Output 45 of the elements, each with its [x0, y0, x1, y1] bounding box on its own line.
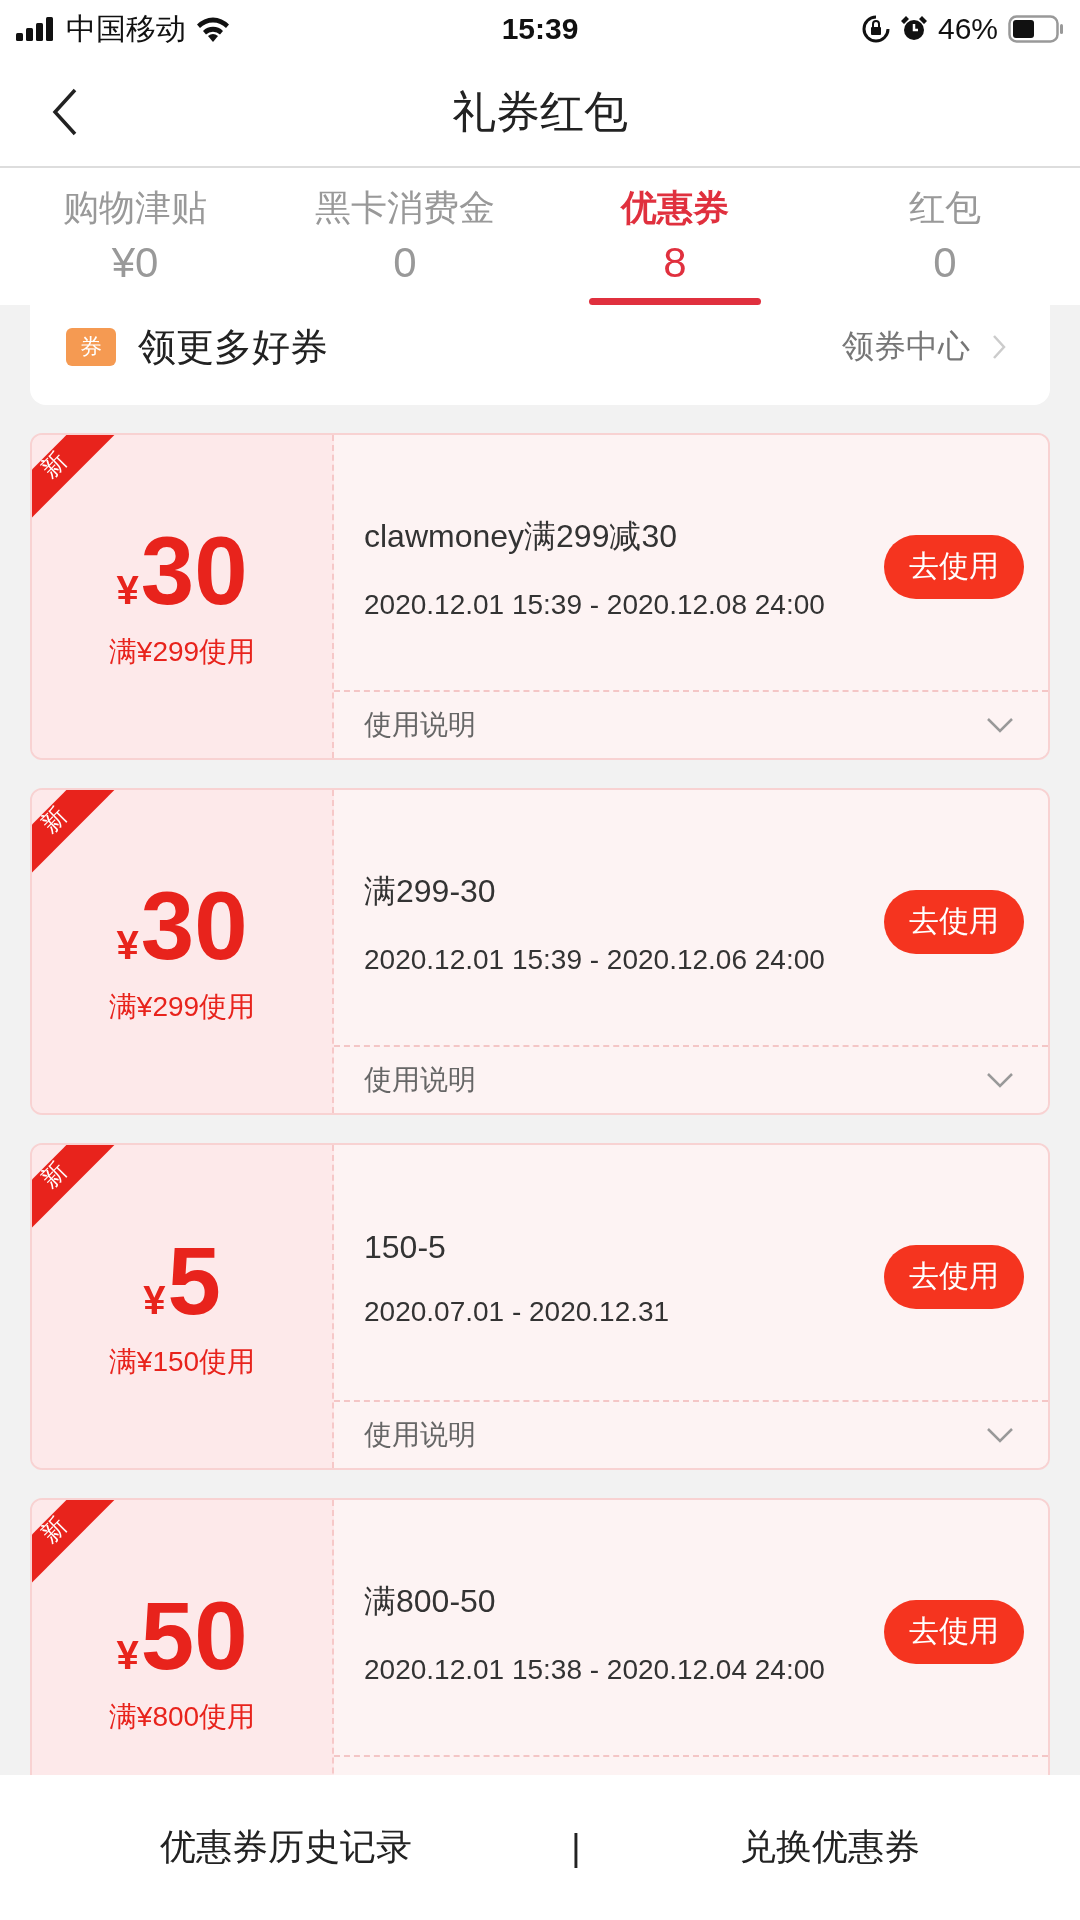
coupon-validity: 2020.07.01 - 2020.12.31 [364, 1294, 671, 1329]
alarm-icon [899, 15, 928, 43]
coupon-amount: ¥5 [143, 1232, 221, 1329]
coupon-validity: 2020.12.01 15:39 - 2020.12.06 24:00 [364, 943, 826, 978]
use-button[interactable]: 去使用 [884, 1244, 1024, 1309]
redeem-coupon-link[interactable]: 兑换优惠券 [740, 1823, 921, 1872]
carrier-name: 中国移动 [66, 10, 186, 47]
coupon-condition: 满¥299使用 [108, 989, 256, 1024]
coupon-title: 150-5 [364, 1228, 447, 1266]
clock-time: 15:39 [501, 12, 579, 46]
tab[interactable]: 红包 0 [810, 168, 1080, 305]
coupon-title: 满299-30 [364, 872, 497, 912]
signal-icon [16, 17, 56, 41]
use-button[interactable]: 去使用 [884, 889, 1024, 954]
usage-instructions[interactable]: 使用说明 [364, 1061, 476, 1099]
coupon-validity: 2020.12.01 15:38 - 2020.12.04 24:00 [364, 1653, 826, 1688]
separator: | [571, 1826, 581, 1869]
use-button[interactable]: 去使用 [884, 534, 1024, 599]
coupon-history-link[interactable]: 优惠券历史记录 [159, 1823, 412, 1872]
coupon-center-link[interactable]: 领券中心 [842, 325, 970, 369]
page-title: 礼券红包 [452, 85, 628, 138]
rotation-lock-icon [861, 15, 890, 43]
battery-percent: 46% [937, 12, 998, 46]
usage-instructions[interactable]: 使用说明 [364, 706, 476, 744]
tab[interactable]: 购物津贴 ¥0 [0, 168, 270, 305]
coupon-condition: 满¥800使用 [108, 1699, 256, 1734]
banner-card[interactable]: 券 领更多好券 领券中心 [30, 305, 1050, 405]
coupon-condition: 满¥150使用 [108, 1344, 256, 1379]
coupon-validity: 2020.12.01 15:39 - 2020.12.08 24:00 [364, 588, 826, 623]
back-icon[interactable] [52, 88, 78, 136]
coupon-title: clawmoney满299减30 [364, 517, 679, 557]
chevron-right-icon [992, 334, 1006, 360]
wifi-icon [196, 16, 230, 42]
banner-title: 领更多好券 [138, 324, 329, 370]
chevron-down-icon[interactable] [986, 717, 1014, 733]
tab[interactable]: 优惠券 8 [540, 168, 810, 305]
coupon-title: 满800-50 [364, 1582, 497, 1622]
chevron-down-icon[interactable] [986, 1072, 1014, 1088]
battery-icon [1008, 15, 1064, 43]
usage-instructions[interactable]: 使用说明 [364, 1416, 476, 1454]
use-button[interactable]: 去使用 [884, 1599, 1024, 1664]
coupon-condition: 满¥299使用 [108, 634, 256, 669]
tab[interactable]: 黑卡消费金 0 [270, 168, 540, 305]
coupon-icon: 券 [66, 328, 116, 366]
chevron-down-icon[interactable] [986, 1427, 1014, 1443]
